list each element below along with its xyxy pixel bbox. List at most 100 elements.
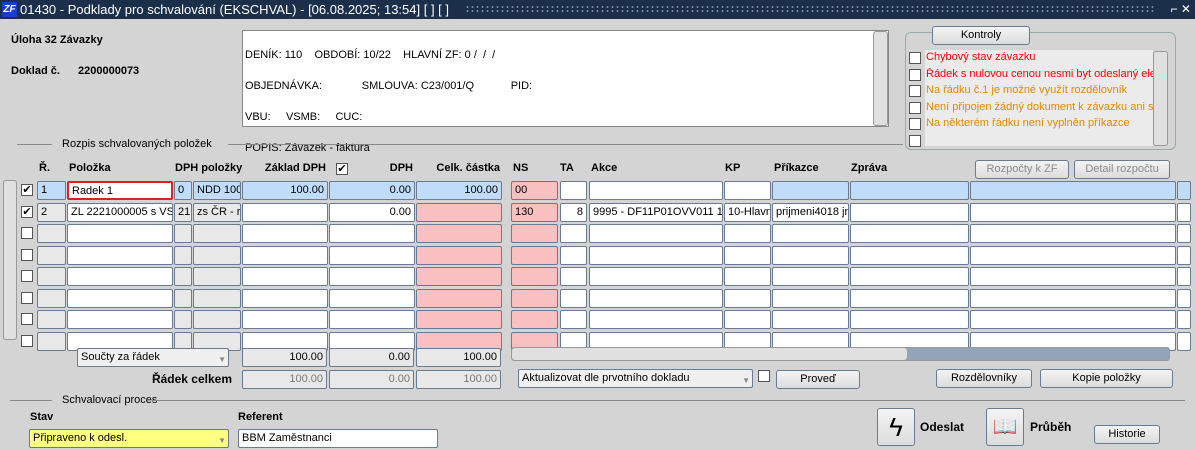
cell-dph-polozky[interactable]: NDD 100 (193, 181, 241, 200)
horizontal-scrollbar[interactable] (511, 347, 1170, 361)
cell-kp[interactable] (724, 245, 771, 265)
cell-extra[interactable] (970, 202, 1176, 222)
cell-last[interactable] (1177, 245, 1191, 265)
cell-r[interactable] (37, 288, 66, 308)
cell-prikazce[interactable] (772, 181, 849, 200)
cell-ns[interactable] (511, 310, 558, 329)
cell-dph[interactable] (174, 310, 192, 329)
cell-last[interactable] (1177, 224, 1191, 243)
cell-dph-val[interactable] (329, 288, 415, 308)
row-checkbox[interactable] (21, 227, 33, 239)
cell-dph[interactable] (174, 224, 192, 243)
row-checkbox[interactable] (21, 270, 33, 282)
cell-kp[interactable] (724, 181, 771, 200)
rows-scrollbar[interactable] (3, 180, 17, 340)
cell-celk[interactable]: 100.00 (416, 181, 502, 200)
cell-ta[interactable] (560, 267, 587, 286)
cell-polozka[interactable] (67, 245, 173, 265)
referent-input[interactable]: BBM Zaměstnanci (238, 429, 438, 448)
kopie-polozky-button[interactable]: Kopie položky (1040, 369, 1173, 388)
cell-ns[interactable]: 00 (511, 181, 558, 200)
update-checkbox[interactable] (758, 370, 770, 382)
cell-extra[interactable] (970, 245, 1176, 265)
cell-last[interactable] (1177, 310, 1191, 329)
cell-zaklad[interactable] (242, 267, 328, 286)
cell-polozka[interactable] (67, 267, 173, 286)
cell-akce[interactable] (589, 224, 723, 243)
cell-kp[interactable] (724, 224, 771, 243)
historie-button[interactable]: Historie (1094, 425, 1160, 444)
scroll-thumb[interactable] (512, 348, 907, 360)
cell-extra[interactable] (970, 181, 1176, 200)
cell-dph-polozky[interactable] (193, 224, 241, 243)
cell-prikazce[interactable] (772, 288, 849, 308)
kontroly-scrollbar[interactable] (1153, 51, 1168, 146)
rozdelovniky-button[interactable]: Rozdělovníky (936, 369, 1032, 388)
cell-kp[interactable] (724, 310, 771, 329)
cell-prikazce[interactable]: prijmeni4018 jm (772, 202, 849, 222)
cell-dph-polozky[interactable] (193, 288, 241, 308)
cell-extra[interactable] (970, 224, 1176, 243)
cell-zprava[interactable] (850, 267, 969, 286)
kontrola-checkbox[interactable] (909, 134, 921, 147)
cell-dph-val[interactable] (329, 224, 415, 243)
kontrola-checkbox[interactable] (909, 101, 921, 114)
cell-ta[interactable] (560, 224, 587, 243)
kontroly-tab[interactable]: Kontroly (932, 26, 1030, 45)
sum-select[interactable]: Součty za řádek ▼ (77, 348, 229, 367)
cell-dph-val[interactable]: 0.00 (329, 181, 415, 200)
cell-akce[interactable]: 9995 - DF11P01OVV011 1 (589, 202, 723, 222)
cell-dph-polozky[interactable] (193, 267, 241, 286)
proved-button[interactable]: Proveď (776, 370, 860, 389)
cell-zaklad[interactable]: 100.00 (242, 181, 328, 200)
cell-kp[interactable]: 10-Hlavn (724, 202, 771, 222)
cell-ns[interactable] (511, 245, 558, 265)
cell-ns[interactable] (511, 224, 558, 243)
cell-zprava[interactable] (850, 202, 969, 222)
cell-zaklad[interactable] (242, 224, 328, 243)
row-checkbox[interactable] (21, 313, 33, 325)
prubeh-button[interactable]: 📖 (986, 408, 1024, 446)
cell-ns[interactable] (511, 288, 558, 308)
cell-dph[interactable] (174, 288, 192, 308)
cell-dph-val[interactable] (329, 267, 415, 286)
cell-zaklad[interactable] (242, 245, 328, 265)
cell-prikazce[interactable] (772, 245, 849, 265)
update-select[interactable]: Aktualizovat dle prvotního dokladu ▼ (518, 369, 753, 388)
cell-polozka[interactable]: ZL 2221000005 s VS (67, 202, 173, 222)
row-checkbox[interactable] (21, 291, 33, 304)
cell-zprava[interactable] (850, 181, 969, 200)
cell-kp[interactable] (724, 267, 771, 286)
cell-polozka[interactable] (67, 310, 173, 329)
kontrola-checkbox[interactable] (909, 118, 921, 130)
cell-r[interactable]: 2 (37, 202, 66, 222)
cell-ta[interactable] (560, 181, 587, 200)
cell-last[interactable] (1177, 288, 1191, 308)
cell-r[interactable]: 1 (37, 181, 66, 200)
cell-zprava[interactable] (850, 310, 969, 329)
cell-polozka[interactable] (67, 224, 173, 243)
cell-dph[interactable]: 0 (174, 181, 192, 200)
cell-kp[interactable] (724, 288, 771, 308)
cell-ta[interactable] (560, 245, 587, 265)
row-checkbox[interactable]: ✔ (21, 205, 33, 218)
cell-zprava[interactable] (850, 288, 969, 308)
cell-dph[interactable]: 21 (174, 202, 192, 222)
cell-dph[interactable] (174, 245, 192, 265)
cell-last[interactable] (1177, 181, 1191, 200)
cell-celk[interactable] (416, 224, 502, 243)
info-scrollbar[interactable] (873, 31, 888, 126)
cell-extra[interactable] (970, 267, 1176, 286)
cell-last[interactable] (1177, 202, 1191, 222)
row-checkbox[interactable]: ✔ (21, 184, 33, 196)
odeslat-button[interactable]: ϟ (877, 408, 915, 446)
cell-last[interactable] (1177, 267, 1191, 286)
kontrola-checkbox[interactable] (909, 52, 921, 64)
cell-celk[interactable] (416, 267, 502, 286)
cell-zprava[interactable] (850, 245, 969, 265)
cell-akce[interactable] (589, 310, 723, 329)
cell-zaklad[interactable] (242, 310, 328, 329)
cell-zprava[interactable] (850, 224, 969, 243)
cell-r[interactable] (37, 310, 66, 329)
cell-akce[interactable] (589, 181, 723, 200)
